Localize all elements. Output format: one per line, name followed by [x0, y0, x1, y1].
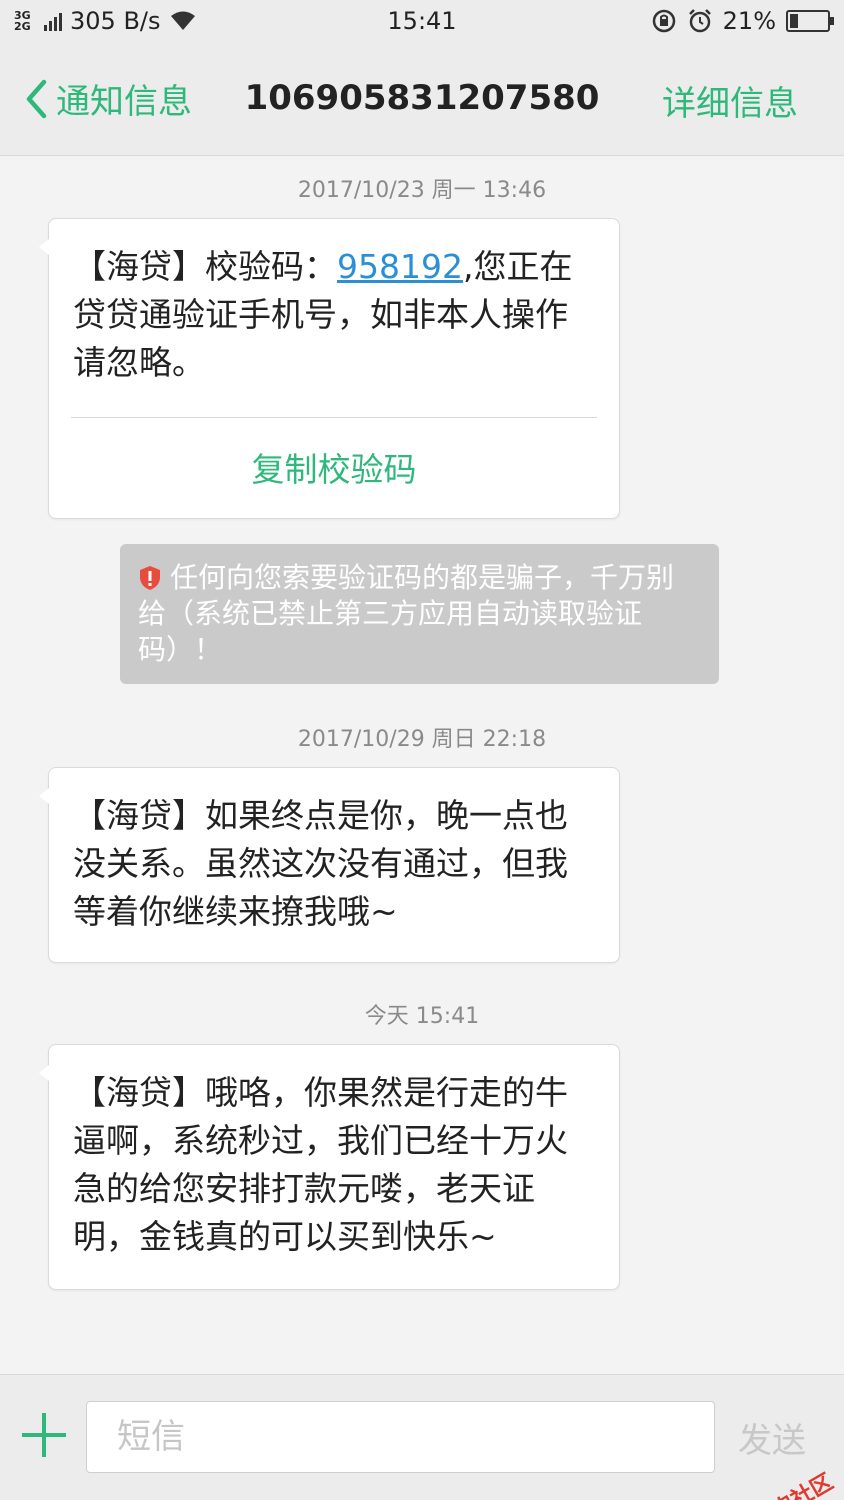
battery-percent: 21%: [722, 7, 776, 35]
message-bubble[interactable]: 【海贷】如果终点是你，晚一点也没关系。虽然这次没有通过，但我等着你继续来撩我哦~: [39, 767, 620, 963]
chevron-left-icon: [26, 79, 47, 118]
sms-input[interactable]: [86, 1401, 715, 1473]
back-button[interactable]: 通知信息: [24, 74, 192, 123]
copy-code-button[interactable]: 复制校验码: [49, 418, 619, 522]
status-bar: 3G 2G 305 B/s 15:41 21%: [0, 0, 844, 44]
conversation-header: 通知信息 106905831207580 详细信息: [0, 44, 844, 156]
message-text: 【海贷】哦咯，你果然是行走的牛逼啊，系统秒过，我们已经十万火急的给您安排打款元喽…: [73, 1073, 568, 1256]
add-attachment-button[interactable]: [22, 1413, 66, 1457]
warning-text: 任何向您索要验证码的都是骗子，千万别给（系统已禁止第三方应用自动读取验证码）！: [138, 561, 675, 666]
alarm-icon: [688, 9, 711, 33]
back-label: 通知信息: [56, 82, 192, 122]
message-timestamp: 2017/10/29 周日 22:18: [297, 727, 547, 752]
message-text: 【海贷】校验码：958192,您正在贷贷通验证手机号，如非本人操作请忽略。: [49, 219, 619, 387]
message-text-part: 【海贷】校验码：: [73, 247, 337, 286]
message-bubble[interactable]: 【海贷】哦咯，你果然是行走的牛逼啊，系统秒过，我们已经十万火急的给您安排打款元喽…: [39, 1044, 620, 1290]
message-timestamp: 2017/10/23 周一 13:46: [297, 178, 547, 203]
message-bubble[interactable]: 【海贷】校验码：958192,您正在贷贷通验证手机号，如非本人操作请忽略。 复制…: [39, 218, 620, 522]
rotation-lock-icon: [652, 9, 675, 33]
verification-code-link[interactable]: 958192: [337, 247, 463, 286]
status-right: 21%: [651, 7, 834, 35]
message-timestamp: 今天 15:41: [364, 1004, 480, 1029]
shield-alert-icon: [140, 566, 160, 590]
send-button[interactable]: 发送: [738, 1413, 806, 1462]
details-button[interactable]: 详细信息: [662, 76, 798, 125]
security-warning: 任何向您索要验证码的都是骗子，千万别给（系统已禁止第三方应用自动读取验证码）！: [120, 544, 719, 684]
message-text: 【海贷】如果终点是你，晚一点也没关系。虽然这次没有通过，但我等着你继续来撩我哦~: [73, 796, 568, 931]
battery-icon: [786, 10, 834, 32]
compose-bar: 发送: [0, 1374, 844, 1500]
battery-level-fill: [790, 14, 798, 28]
